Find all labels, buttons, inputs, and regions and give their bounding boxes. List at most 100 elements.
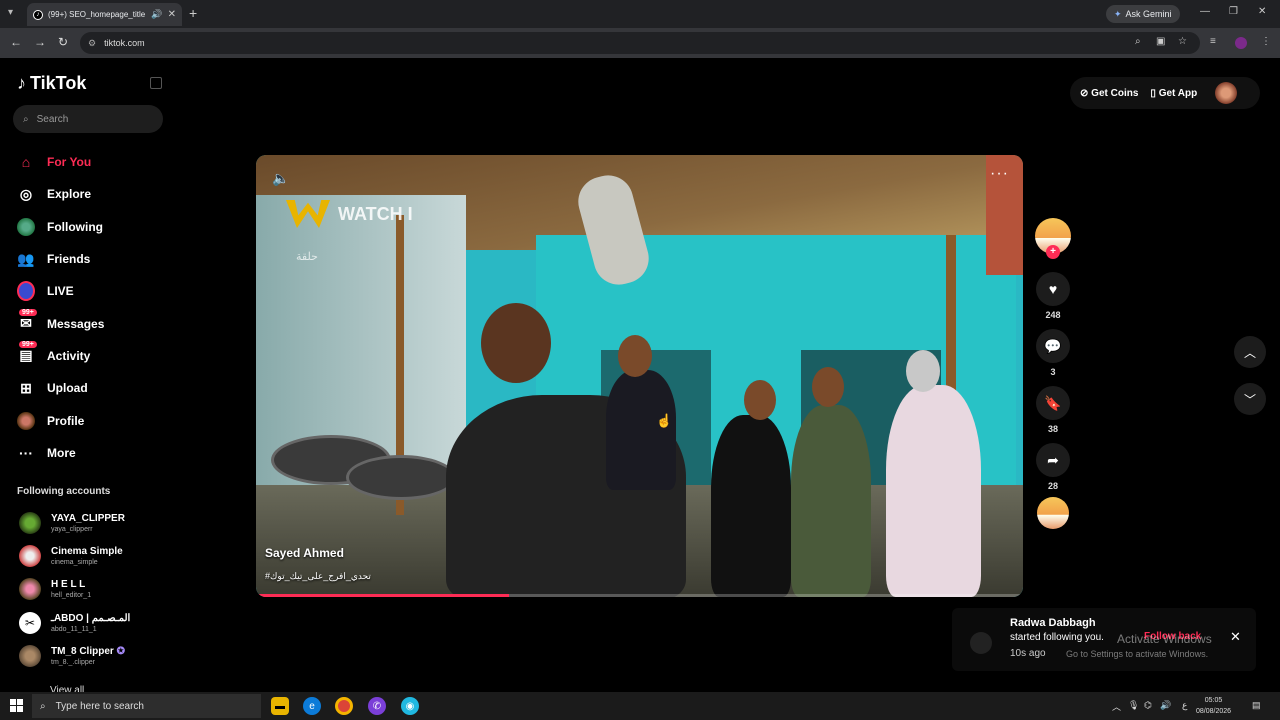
tab-audio-icon[interactable]: 🔊 — [151, 9, 162, 20]
clock-date: 08/08/2026 — [1196, 708, 1232, 715]
more-icon: ··· — [19, 444, 33, 461]
account-name: H E L L — [51, 579, 86, 590]
like-count: 248 — [1045, 310, 1061, 320]
notification-text: started following you. — [1010, 632, 1104, 643]
sidebar-item-friends[interactable]: 👥 Friends — [17, 243, 104, 275]
more-options-icon[interactable]: ··· — [990, 165, 1009, 183]
profile-avatar-icon[interactable] — [1235, 37, 1247, 49]
browser-menu-icon[interactable]: ⋮ — [1261, 36, 1271, 47]
file-explorer-icon[interactable]: ▬ — [271, 697, 289, 715]
media-control-icon[interactable]: ≡ — [1210, 36, 1216, 47]
following-account[interactable]: Cinema Simple cinema_simple — [19, 545, 123, 567]
video-author[interactable]: Sayed Ahmed — [265, 546, 344, 560]
notification-center-icon[interactable]: ▤ — [1252, 700, 1261, 711]
sidebar-item-live[interactable]: LIVE — [17, 275, 104, 307]
following-account[interactable]: TM_8 Clipper ✪ tm_8._.clipper — [19, 645, 125, 667]
video-scene-person — [711, 415, 791, 597]
tray-chevron-up-icon[interactable]: ︿ — [1112, 700, 1121, 713]
network-icon[interactable]: ⌬ — [1144, 700, 1152, 711]
sidebar-item-label: For You — [47, 155, 92, 170]
taskbar-search-input[interactable]: ⌕ Type here to search — [32, 694, 261, 718]
restore-icon[interactable]: ❐ — [1229, 6, 1238, 17]
sidebar-item-upload[interactable]: ⊞ Upload — [17, 372, 104, 404]
taskbar-search-placeholder: Type here to search — [55, 700, 144, 712]
browser-toolbar: ← → ↻ ⚙ tiktok.com ⌕ ▣ ☆ ≡ ⋮ — [0, 28, 1280, 58]
forward-icon[interactable]: → — [34, 35, 46, 49]
sidebar-item-activity[interactable]: ▤ 99+ Activity — [17, 340, 104, 372]
friends-icon: 👥 — [17, 250, 35, 267]
messenger-icon[interactable]: ✆ — [368, 697, 386, 715]
creator-avatar[interactable]: + — [1035, 218, 1071, 259]
user-avatar[interactable] — [1215, 82, 1238, 104]
music-disc-icon[interactable] — [1037, 497, 1069, 529]
tiktok-logo[interactable]: ♪ TikTok — [17, 73, 86, 94]
sidebar-item-following[interactable]: Following — [17, 211, 104, 243]
taskbar-clock[interactable]: 05:05 08/08/2026 — [1196, 695, 1231, 717]
next-video-button[interactable]: ﹀ — [1234, 383, 1266, 415]
previous-video-button[interactable]: ︿ — [1234, 336, 1266, 368]
upload-icon: ⊞ — [20, 379, 32, 396]
sidebar-item-explore[interactable]: ◎ Explore — [17, 178, 104, 210]
edge-icon[interactable]: e — [303, 697, 321, 715]
zoom-icon[interactable]: ⌕ — [1135, 36, 1141, 47]
video-scene-person — [606, 370, 676, 490]
sidebar-item-more[interactable]: ··· More — [17, 437, 104, 469]
account-handle: yaya_clipperr — [51, 526, 93, 533]
following-account[interactable]: H E L L hell_editor_1 — [19, 578, 91, 600]
window-close-icon[interactable]: ✕ — [1258, 6, 1266, 17]
save-button[interactable]: 🔖 — [1036, 386, 1070, 420]
search-placeholder: Search — [36, 113, 69, 125]
search-input[interactable]: ⌕ Search — [13, 105, 163, 133]
notification-time: 10s ago — [1010, 648, 1046, 659]
browser-tab-bar: ▾ ♪ (99+) SEO_homepage_title 🔊 ✕ + ✦ Ask… — [0, 0, 1280, 28]
reload-icon[interactable]: ↻ — [58, 35, 68, 49]
tiktok-favicon-icon: ♪ — [33, 9, 43, 20]
bookmark-star-icon[interactable]: ☆ — [1178, 36, 1187, 47]
chevron-up-icon: ︿ — [1243, 345, 1256, 360]
follow-plus-icon[interactable]: + — [1046, 245, 1060, 259]
minimize-icon[interactable]: — — [1200, 6, 1210, 17]
video-hashtag[interactable]: #تحدي_افرج_على_تيك_توك — [265, 571, 371, 582]
get-app-button[interactable]: ▯ Get App — [1150, 88, 1197, 99]
sidebar-item-messages[interactable]: ✉ 99+ Messages — [17, 307, 104, 339]
sidebar-item-label: Friends — [47, 252, 91, 267]
tab-close-icon[interactable]: ✕ — [168, 9, 176, 20]
account-handle: abdo_11_11_1 — [51, 626, 97, 633]
activate-windows-subtitle: Go to Settings to activate Windows. — [1066, 649, 1209, 659]
collapse-sidebar-icon[interactable] — [150, 77, 162, 89]
windows-start-icon[interactable] — [10, 699, 23, 712]
new-tab-button[interactable]: + — [189, 5, 197, 21]
sidebar-item-for-you[interactable]: ⌂ For You — [17, 146, 104, 178]
windows-taskbar: ⌕ Type here to search ▬ e ✆ ◉ ︿ 🎙 ⌬ 🔊 ع … — [0, 692, 1280, 720]
ask-gemini-button[interactable]: ✦ Ask Gemini — [1106, 5, 1180, 23]
sidebar-item-label: Following — [47, 219, 103, 234]
comment-button[interactable]: 💬 — [1036, 329, 1070, 363]
language-indicator[interactable]: ع — [1182, 700, 1187, 711]
account-avatar — [19, 578, 41, 600]
speaker-icon[interactable]: 🔊 — [1160, 700, 1171, 711]
address-bar[interactable]: ⚙ tiktok.com — [80, 32, 1200, 54]
app-icon[interactable]: ◉ — [401, 697, 419, 715]
install-icon[interactable]: ▣ — [1156, 36, 1165, 47]
sidebar-item-label: Messages — [47, 316, 105, 331]
close-icon[interactable]: ✕ — [1230, 629, 1241, 645]
share-arrow-icon: ➦ — [1047, 451, 1059, 468]
following-account[interactable]: YAYA_CLIPPER yaya_clipperr — [19, 512, 125, 534]
tab-search-icon[interactable]: ▾ — [8, 7, 13, 18]
chevron-down-icon: ﹀ — [1243, 392, 1256, 407]
chrome-icon[interactable] — [335, 697, 353, 715]
microphone-icon[interactable]: 🎙 — [1128, 700, 1139, 711]
live-avatar — [17, 281, 35, 302]
browser-tab[interactable]: ♪ (99+) SEO_homepage_title 🔊 ✕ — [27, 3, 182, 26]
activity-badge: 99+ — [19, 340, 37, 348]
volume-icon[interactable]: 🔈 — [272, 170, 289, 187]
back-icon[interactable]: ← — [10, 35, 22, 49]
following-account[interactable]: ✂ ـABDO | المـصـمم abdo_11_11_1 — [19, 612, 130, 634]
video-player[interactable]: 🔈 ··· WATCH I حلقة ☝ Sayed Ahmed #تحدي_ا… — [256, 155, 1023, 597]
share-button[interactable]: ➦ — [1036, 443, 1070, 477]
sidebar-item-profile[interactable]: Profile — [17, 404, 104, 436]
search-icon: ⌕ — [23, 113, 29, 125]
get-coins-button[interactable]: ⊘ Get Coins — [1080, 88, 1138, 99]
site-info-icon[interactable]: ⚙ — [88, 38, 96, 49]
like-button[interactable]: ♥ — [1036, 272, 1070, 306]
